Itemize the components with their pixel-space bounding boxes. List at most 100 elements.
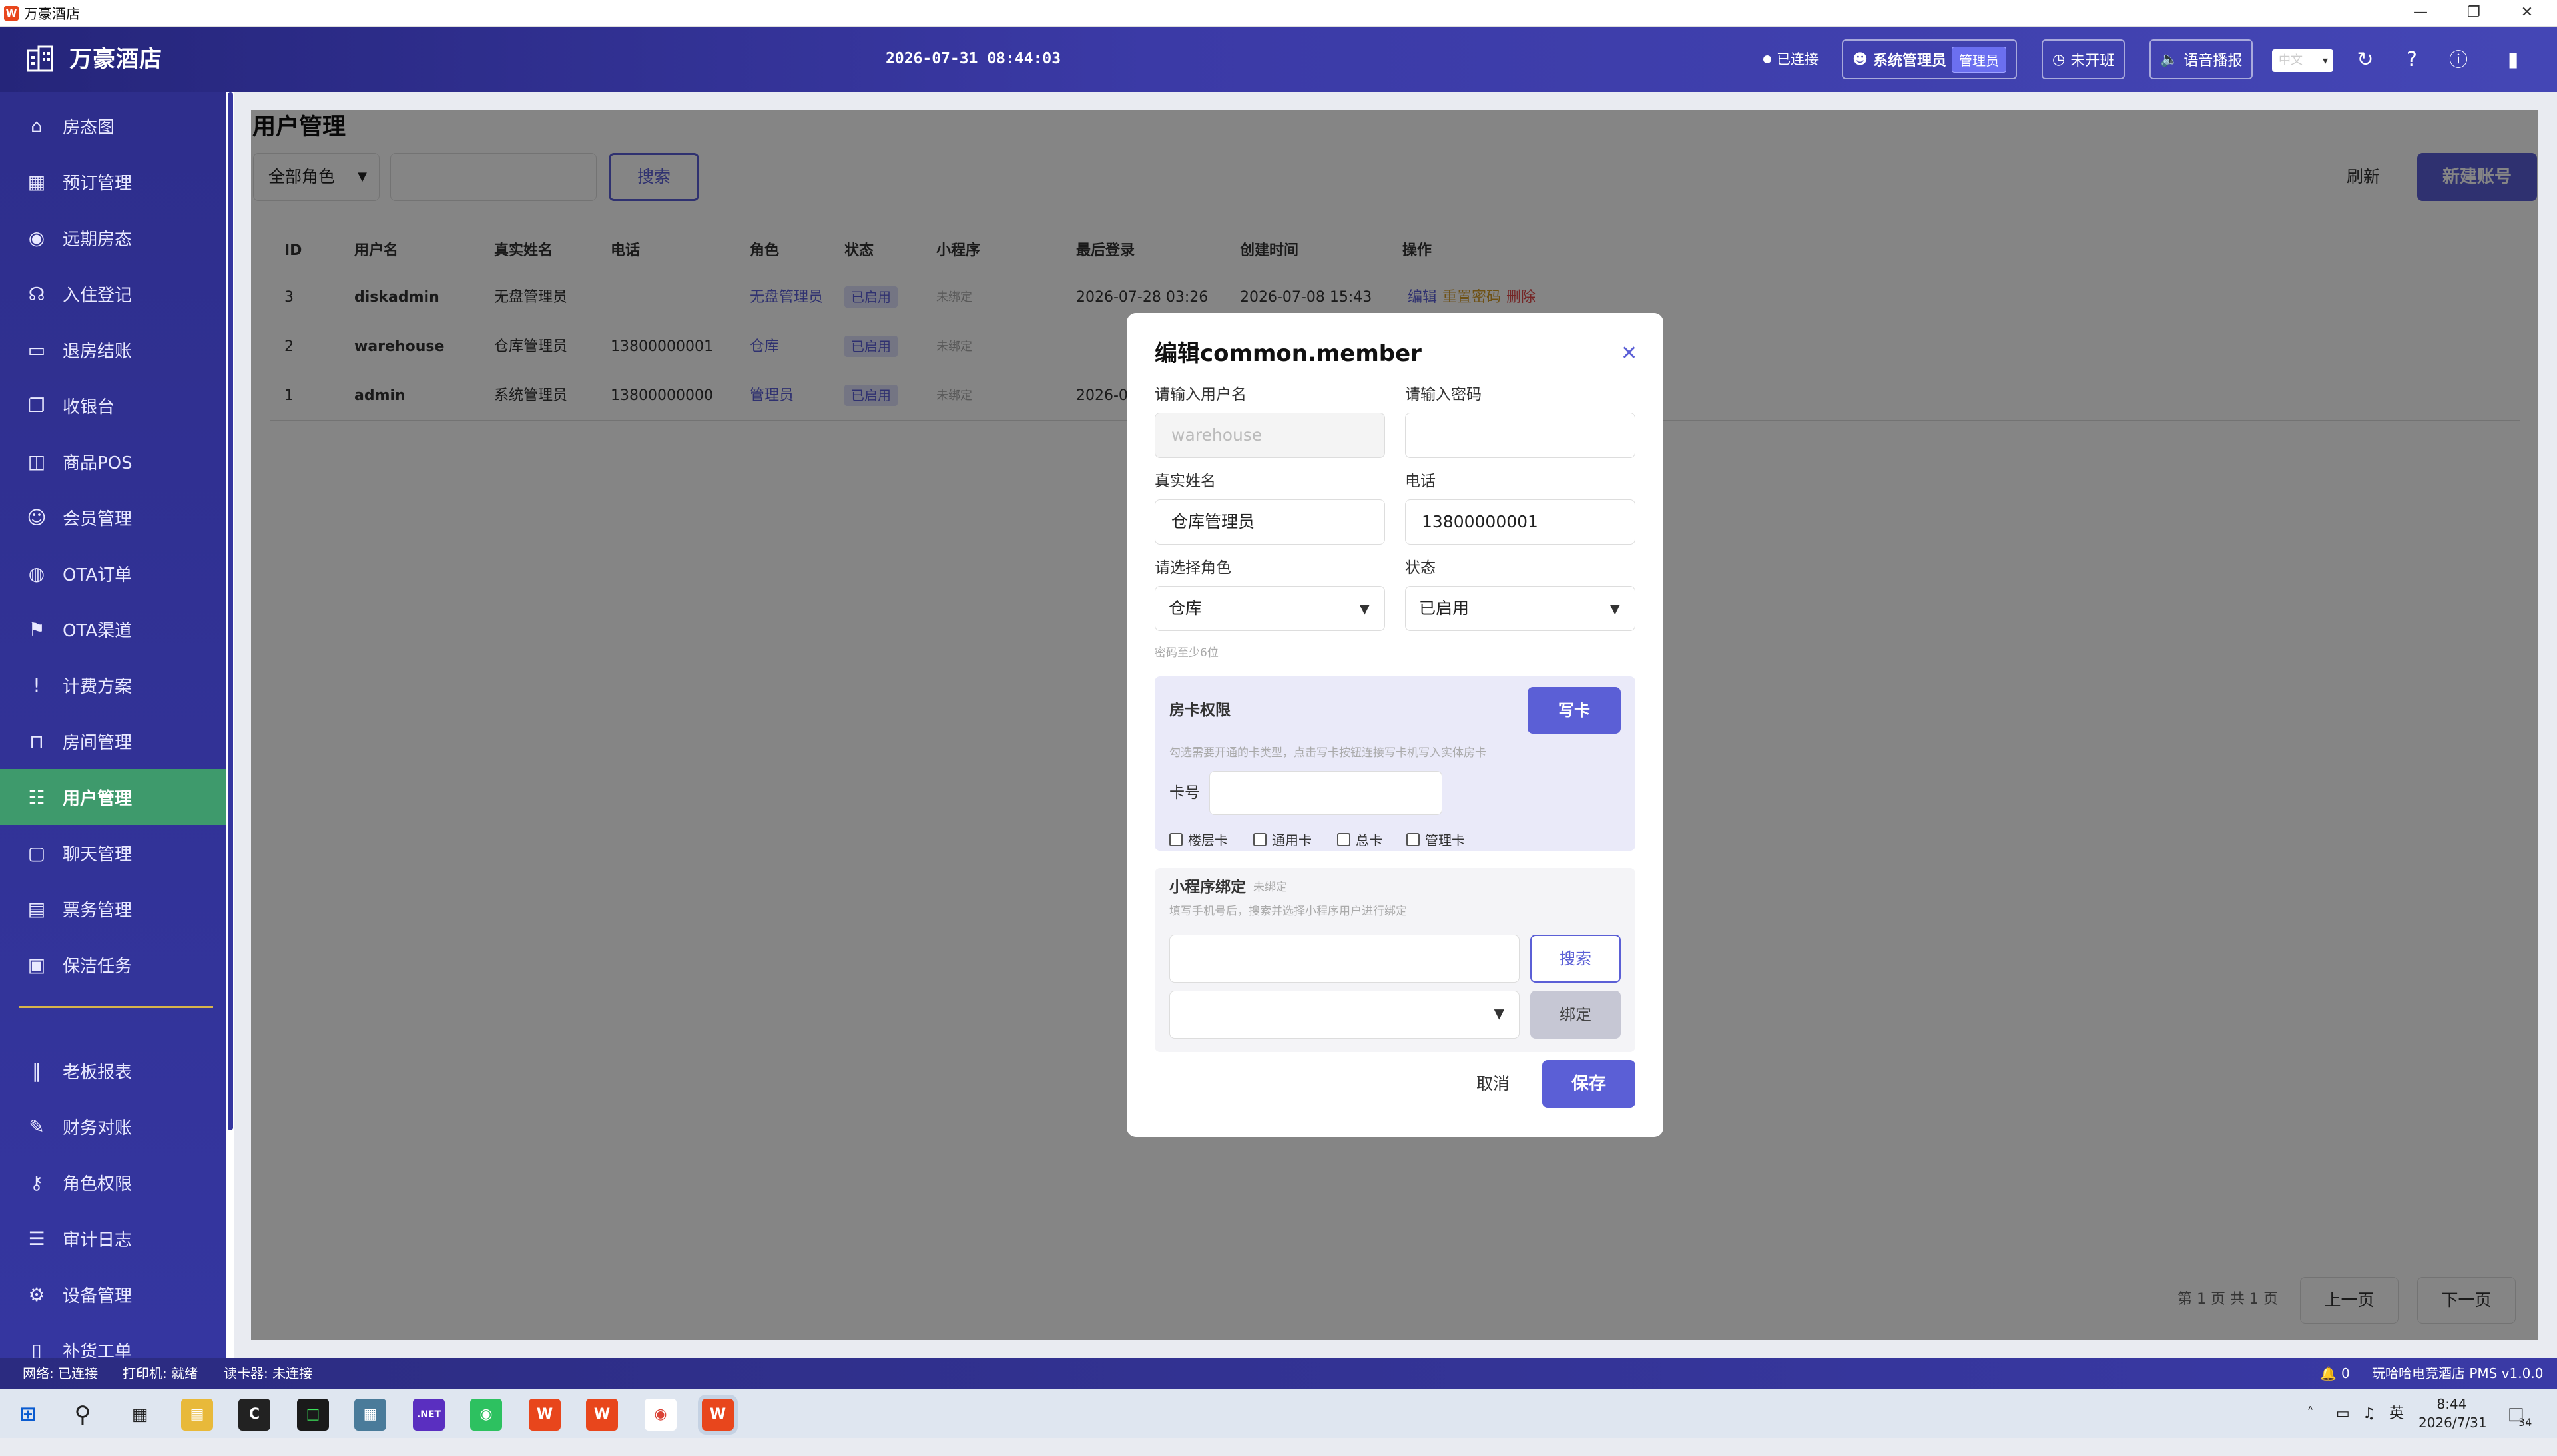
dotnet-icon[interactable]: .NET — [413, 1399, 445, 1431]
sidebar-item[interactable]: ☺ 会员管理 — [0, 489, 226, 545]
sidebar-item[interactable]: ▭ 退房结账 — [0, 322, 226, 377]
status-select-value: 已启用 — [1419, 599, 1470, 618]
hotel-app-icon[interactable]: W — [586, 1399, 618, 1431]
refresh-icon[interactable]: ↻ — [2352, 47, 2379, 73]
role-select-value: 仓库 — [1169, 599, 1203, 618]
sidebar-item[interactable]: ❐ 收银台 — [0, 377, 226, 433]
bell-icon[interactable]: 🔔 — [2320, 1358, 2337, 1389]
sidebar-item[interactable]: ☰ 审计日志 — [0, 1210, 226, 1266]
taskbar-clock[interactable]: 8:44 2026/7/31 — [2418, 1395, 2487, 1432]
card-type-general[interactable]: 通用卡 — [1253, 830, 1312, 849]
network-tray-icon[interactable]: ▭ — [2336, 1389, 2350, 1439]
cancel-button[interactable]: 取消 — [1460, 1060, 1526, 1108]
restore-icon[interactable]: ❐ — [2447, 0, 2500, 27]
sidebar-item[interactable]: ☷ 用户管理 — [0, 769, 226, 825]
sidebar-item[interactable]: ⚑ OTA渠道 — [0, 601, 226, 657]
chat-icon: ▢ — [27, 842, 46, 864]
device-icon[interactable]: ▮ — [2500, 47, 2526, 73]
sidebar-item-label: 财务对账 — [63, 1118, 133, 1138]
windows-start-icon[interactable]: ⊞ — [12, 1399, 44, 1431]
language-select[interactable]: 中文 ▾ — [2272, 49, 2333, 72]
sidebar-item[interactable]: ▦ 预订管理 — [0, 154, 226, 210]
sidebar-item[interactable]: ◫ 商品POS — [0, 433, 226, 489]
sidebar-item-label: 聊天管理 — [63, 844, 133, 865]
sidebar-item-label: 远期房态 — [63, 229, 133, 250]
pin-icon: ✎ — [29, 1115, 45, 1138]
sidebar-item[interactable]: ▣ 保洁任务 — [0, 937, 226, 993]
connection-label: 已连接 — [1777, 51, 1819, 67]
chrome-icon[interactable]: ◉ — [645, 1399, 677, 1431]
username-field[interactable]: warehouse — [1155, 413, 1385, 458]
app-icon: W — [4, 5, 19, 21]
search-icon[interactable]: ⚲ — [67, 1399, 99, 1431]
wechat-icon[interactable]: ◉ — [470, 1399, 502, 1431]
miniprogram-search-button[interactable]: 搜索 — [1530, 935, 1621, 983]
minimize-icon[interactable]: — — [2394, 0, 2447, 27]
sidebar-item[interactable]: ⚙ 设备管理 — [0, 1266, 226, 1322]
sidebar-item[interactable]: ‖ 老板报表 — [0, 1043, 226, 1098]
sidebar-item-label: 计费方案 — [63, 676, 133, 697]
ime-indicator[interactable]: 英 — [2389, 1389, 2404, 1439]
eye-icon: ◉ — [28, 226, 45, 249]
card-type-floor[interactable]: 楼层卡 — [1169, 830, 1228, 849]
window-title: 万豪酒店 — [24, 5, 80, 22]
sidebar: ⌂ 房态图 ▦ 预订管理 ◉ 远期房态 ☊ 入住登记 ▭ 退房结账 ❐ 收银台 ◫ 商品POS ☺ 会员管理 ◍… — [0, 92, 226, 1362]
chevron-down-icon: ▼ — [1359, 601, 1370, 616]
pycharm-icon[interactable]: □ — [297, 1399, 329, 1431]
card-type-master[interactable]: 总卡 — [1337, 830, 1382, 849]
close-icon[interactable]: ✕ — [1621, 344, 1637, 364]
sidebar-item-label: 房间管理 — [63, 732, 133, 753]
sidebar-item[interactable]: ☊ 入住登记 — [0, 266, 226, 322]
user-icon: ☺ — [27, 506, 47, 529]
close-window-icon[interactable]: ✕ — [2500, 0, 2554, 27]
hotel-app-icon[interactable]: W — [529, 1399, 561, 1431]
miniprogram-section: 小程序绑定 未绑定 填写手机号后，搜索并选择小程序用户进行绑定 搜索 ▼ 绑定 — [1155, 868, 1635, 1052]
hotel-app-active-icon[interactable]: W — [698, 1395, 738, 1435]
voice-label: 语音播报 — [2183, 53, 2243, 69]
sidebar-divider — [19, 1006, 213, 1008]
save-button[interactable]: 保存 — [1542, 1060, 1635, 1108]
sidebar-item[interactable]: ◍ OTA订单 — [0, 545, 226, 601]
help-icon[interactable]: ? — [2399, 47, 2425, 73]
sidebar-item-label: OTA渠道 — [63, 620, 133, 641]
miniprogram-phone-input[interactable] — [1169, 935, 1520, 983]
ide-icon[interactable]: C — [238, 1399, 270, 1431]
sidebar-item[interactable]: ⌂ 房态图 — [0, 98, 226, 154]
info-icon[interactable]: ⓘ — [2445, 47, 2472, 73]
app-icon[interactable]: ▦ — [354, 1399, 386, 1431]
sidebar-item[interactable]: ▤ 票务管理 — [0, 881, 226, 937]
sidebar-item[interactable]: ✎ 财务对账 — [0, 1098, 226, 1154]
sidebar-item[interactable]: ▢ 聊天管理 — [0, 825, 226, 881]
tray-chevron-icon[interactable]: ˄ — [2307, 1389, 2314, 1439]
checkbox-icon — [1337, 832, 1350, 846]
task-view-icon[interactable]: ▦ — [124, 1399, 156, 1431]
realname-label: 真实姓名 — [1155, 473, 1216, 490]
sidebar-scrollbar[interactable] — [228, 92, 233, 1130]
role-select[interactable]: 仓库 ▼ — [1155, 586, 1385, 631]
room-card-hint: 勾选需要开通的卡类型，点击写卡按钮连接写卡机写入实体房卡 — [1169, 746, 1486, 760]
flag-icon: ⚑ — [28, 618, 45, 640]
card-number-field[interactable] — [1209, 771, 1442, 815]
bind-button[interactable]: 绑定 — [1530, 991, 1621, 1039]
key-icon: ⚷ — [29, 1171, 44, 1194]
write-card-button[interactable]: 写卡 — [1528, 687, 1621, 734]
realname-field[interactable]: 仓库管理员 — [1155, 499, 1385, 545]
chevron-down-icon: ▾ — [2322, 54, 2328, 67]
volume-tray-icon[interactable]: ♫ — [2363, 1389, 2376, 1439]
bars-icon: ‖ — [32, 1059, 41, 1082]
status-select[interactable]: 已启用 ▼ — [1405, 586, 1635, 631]
file-explorer-icon[interactable]: ▤ — [181, 1399, 213, 1431]
card-type-admin[interactable]: 管理卡 — [1406, 830, 1465, 849]
sidebar-item[interactable]: ◉ 远期房态 — [0, 210, 226, 266]
window-titlebar: W 万豪酒店 — ❐ ✕ — [0, 0, 2557, 27]
sidebar-item[interactable]: ⚷ 角色权限 — [0, 1154, 226, 1210]
sidebar-item[interactable]: ⊓ 房间管理 — [0, 713, 226, 769]
voice-broadcast-button[interactable]: 🔈 语音播报 — [2149, 39, 2253, 79]
phone-field[interactable]: 13800000001 — [1405, 499, 1635, 545]
miniprogram-user-select[interactable]: ▼ — [1169, 991, 1520, 1039]
shift-button[interactable]: ◷ 未开班 — [2042, 39, 2126, 79]
sidebar-item[interactable]: ! 计费方案 — [0, 657, 226, 713]
user-menu-button[interactable]: ☻ 系统管理员 管理员 — [1842, 39, 2017, 79]
password-field[interactable] — [1405, 413, 1635, 458]
gear-icon: ⚙ — [28, 1283, 45, 1306]
